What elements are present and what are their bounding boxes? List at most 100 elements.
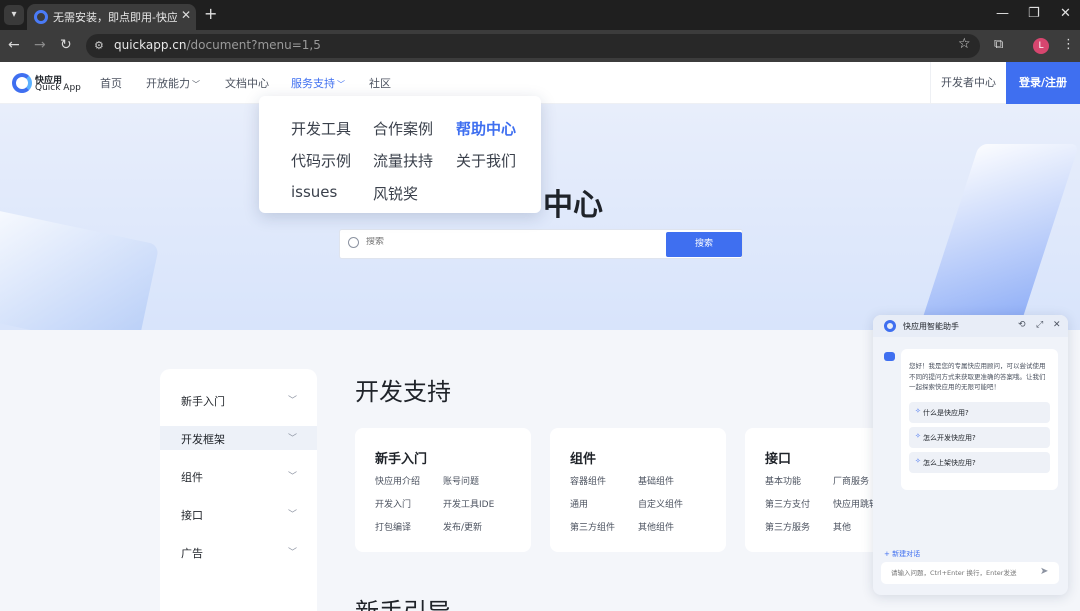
card-link[interactable]: 基础组件 xyxy=(638,474,674,487)
assistant-logo-icon xyxy=(884,320,896,332)
assistant-input[interactable] xyxy=(891,569,1041,577)
login-register-button[interactable]: 登录/注册 xyxy=(1006,62,1080,104)
search-button[interactable]: 搜索 xyxy=(666,232,742,257)
chevron-down-icon: ﹀ xyxy=(337,80,345,89)
card-link[interactable]: 开发工具IDE xyxy=(443,497,494,510)
suggestion-chip[interactable]: ✧ 怎么上架快应用? xyxy=(909,452,1050,473)
address-bar[interactable]: ⚙ quickapp.cn/document?menu=1,5 xyxy=(86,34,980,58)
section-title: 开发支持 xyxy=(355,378,451,406)
hero-title: 中心 xyxy=(543,188,603,223)
site-info-icon[interactable]: ⚙ xyxy=(94,39,104,52)
support-card: 新手入门 快应用介绍 账号问题 开发入门 开发工具IDE 打包编译 发布/更新 xyxy=(355,428,531,552)
card-link[interactable]: 厂商服务 xyxy=(833,474,869,487)
card-link[interactable]: 账号问题 xyxy=(443,474,479,487)
card-link[interactable]: 开发入门 xyxy=(375,497,411,510)
reload-icon[interactable]: ↻ xyxy=(60,37,72,53)
card-link[interactable]: 基本功能 xyxy=(765,474,801,487)
forward-icon[interactable]: → xyxy=(34,37,46,53)
search-input[interactable] xyxy=(366,237,656,247)
spark-icon: ✧ xyxy=(915,457,921,465)
dropdown-item-code-samples[interactable]: 代码示例 xyxy=(291,150,351,171)
extensions-icon[interactable]: ⧉ xyxy=(994,37,1003,52)
section-title-guide: 新手引导 xyxy=(355,592,451,611)
url-text[interactable]: quickapp.cn/document?menu=1,5 xyxy=(114,38,321,52)
card-link[interactable]: 第三方组件 xyxy=(570,520,615,533)
back-icon[interactable]: ← xyxy=(8,37,20,53)
card-link[interactable]: 通用 xyxy=(570,497,588,510)
card-link[interactable]: 自定义组件 xyxy=(638,497,683,510)
sidebar-item-apis[interactable]: 接口 ﹀ xyxy=(160,502,317,526)
card-link[interactable]: 快应用介绍 xyxy=(375,474,420,487)
send-icon[interactable]: ➤ xyxy=(1040,566,1048,577)
spark-icon: ✧ xyxy=(915,432,921,440)
chevron-down-icon: ﹀ xyxy=(288,434,298,444)
minimize-icon[interactable]: — xyxy=(996,6,1009,21)
dropdown-item-issues[interactable]: issues xyxy=(291,183,337,201)
browser-menu-icon[interactable]: ⋮ xyxy=(1062,37,1075,52)
search-box: 搜索 xyxy=(339,229,743,259)
sidebar-item-ads[interactable]: 广告 ﹀ xyxy=(160,540,317,564)
new-tab-icon[interactable]: + xyxy=(204,4,217,23)
chevron-down-icon: ﹀ xyxy=(288,396,298,406)
history-icon[interactable]: ⟲ xyxy=(1018,320,1026,330)
assistant-title: 快应用智能助手 xyxy=(903,322,959,331)
card-link[interactable]: 快应用跳转 xyxy=(833,497,878,510)
developer-center-link[interactable]: 开发者中心 xyxy=(930,62,1006,104)
chevron-down-icon: ﹀ xyxy=(288,510,298,520)
greeting-text: 您好！我是您的专属快应用顾问，可以尝试使用不同的提问方式来获取更准确的答案哦。让… xyxy=(909,362,1046,391)
suggestion-chip[interactable]: ✧ 什么是快应用? xyxy=(909,402,1050,423)
browser-toolbar: ← → ↻ ⚙ quickapp.cn/document?menu=1,5 xyxy=(0,30,1080,62)
favicon-icon xyxy=(34,10,48,24)
card-link[interactable]: 容器组件 xyxy=(570,474,606,487)
card-link[interactable]: 其他 xyxy=(833,520,851,533)
nav-docs[interactable]: 文档中心 xyxy=(225,75,269,91)
browser-tab-bar: ▾ 无需安装，即点即用-快应用联 ✕ + — ❐ ✕ xyxy=(0,0,1080,30)
assistant-input-box: ➤ xyxy=(881,562,1059,584)
profile-avatar[interactable]: L xyxy=(1033,38,1049,54)
service-support-dropdown: 开发工具 合作案例 帮助中心 代码示例 流量扶持 关于我们 issues 风锐奖 xyxy=(259,96,541,213)
card-link[interactable]: 第三方支付 xyxy=(765,497,810,510)
dropdown-item-dev-tools[interactable]: 开发工具 xyxy=(291,118,351,139)
dropdown-item-traffic-support[interactable]: 流量扶持 xyxy=(373,150,433,171)
sidebar-item-framework[interactable]: 开发框架 ﹀ xyxy=(160,426,317,450)
decorative-shape xyxy=(920,144,1080,324)
chevron-down-icon: ﹀ xyxy=(288,472,298,482)
tab-search-icon[interactable]: ▾ xyxy=(4,5,24,25)
dropdown-item-help-center[interactable]: 帮助中心 xyxy=(456,118,516,139)
close-tab-icon[interactable]: ✕ xyxy=(181,8,191,22)
decorative-shape xyxy=(0,205,160,330)
card-link[interactable]: 其他组件 xyxy=(638,520,674,533)
dropdown-item-cases[interactable]: 合作案例 xyxy=(373,118,433,139)
window-close-icon[interactable]: ✕ xyxy=(1060,6,1071,21)
browser-tab[interactable]: 无需安装，即点即用-快应用联 ✕ xyxy=(27,4,196,30)
card-link[interactable]: 发布/更新 xyxy=(443,520,482,533)
card-link[interactable]: 第三方服务 xyxy=(765,520,810,533)
nav-service-support[interactable]: 服务支持 ﹀ xyxy=(291,75,345,91)
nav-community[interactable]: 社区 xyxy=(369,75,391,91)
nav-open-capabilities[interactable]: 开放能力 ﹀ xyxy=(146,75,200,91)
new-chat-button[interactable]: + 新建对话 xyxy=(884,549,920,559)
close-icon[interactable]: ✕ xyxy=(1053,320,1061,330)
dropdown-item-award[interactable]: 风锐奖 xyxy=(373,183,418,204)
assistant-panel: 快应用智能助手 ⟲ ⤢ ✕ 您好！我是您的专属快应用顾问，可以尝试使用不同的提问… xyxy=(873,315,1068,595)
chevron-down-icon: ﹀ xyxy=(192,80,200,89)
nav-home[interactable]: 首页 xyxy=(100,75,122,91)
dropdown-item-about-us[interactable]: 关于我们 xyxy=(456,150,516,171)
sidebar-item-getting-started[interactable]: 新手入门 ﹀ xyxy=(160,388,317,412)
tab-title: 无需安装，即点即用-快应用联 xyxy=(53,11,177,24)
card-title: 新手入门 xyxy=(375,452,428,467)
support-card: 组件 容器组件 基础组件 通用 自定义组件 第三方组件 其他组件 xyxy=(550,428,726,552)
assistant-header: 快应用智能助手 ⟲ ⤢ ✕ xyxy=(873,315,1068,337)
assistant-message: 您好！我是您的专属快应用顾问，可以尝试使用不同的提问方式来获取更准确的答案哦。让… xyxy=(901,349,1058,490)
bookmark-star-icon[interactable]: ☆ xyxy=(958,36,971,52)
chat-bot-icon xyxy=(884,352,895,361)
suggestion-chip[interactable]: ✧ 怎么开发快应用? xyxy=(909,427,1050,448)
search-icon xyxy=(348,237,359,248)
card-title: 组件 xyxy=(570,452,597,467)
quickapp-logo-icon[interactable] xyxy=(12,73,32,93)
expand-icon[interactable]: ⤢ xyxy=(1036,320,1043,330)
sidebar-item-components[interactable]: 组件 ﹀ xyxy=(160,464,317,488)
card-link[interactable]: 打包编译 xyxy=(375,520,411,533)
logo-text-en: Quick App xyxy=(35,83,81,93)
maximize-icon[interactable]: ❐ xyxy=(1028,6,1040,21)
